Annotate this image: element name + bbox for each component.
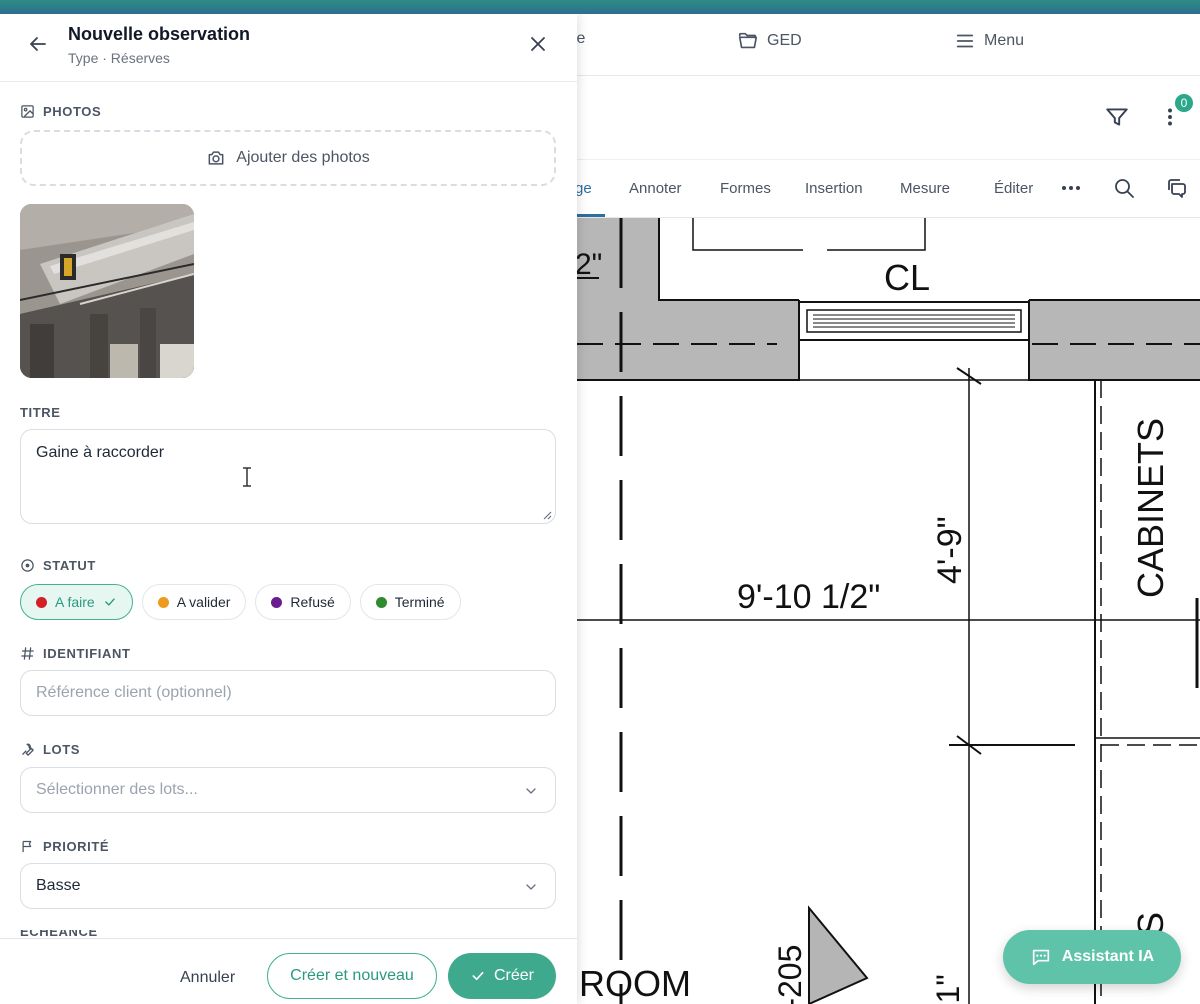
floor-plan-canvas[interactable]: CL 2" 9'-10 1/2" 4'-9" CABINETS ROOM A-2…	[577, 218, 1200, 1004]
create-button-label: Créer	[493, 967, 534, 984]
comments-icon[interactable]	[1165, 176, 1189, 200]
lots-label: LOTS	[43, 742, 81, 757]
wrench-icon	[22, 743, 34, 756]
floor-plan-drawing: CL 2" 9'-10 1/2" 4'-9" CABINETS ROOM A-2…	[577, 218, 1200, 1004]
more-horizontal-icon[interactable]	[1059, 176, 1083, 200]
hash-icon	[21, 647, 34, 660]
identifiant-label: IDENTIFIANT	[43, 646, 131, 661]
tab-active-partial[interactable]: ge	[575, 180, 592, 197]
identifiant-section-label: IDENTIFIANT	[20, 646, 130, 661]
camera-icon	[208, 151, 224, 165]
titre-section-label: TITRE	[20, 405, 61, 420]
statut-option-refuse[interactable]: Refusé	[255, 584, 351, 620]
plan-label-dim-horizontal: 9'-10 1/2"	[737, 578, 880, 616]
identifiant-input[interactable]: Référence client (optionnel)	[20, 670, 556, 716]
photo-thumbnail[interactable]	[20, 204, 194, 378]
photos-section-label: PHOTOS	[20, 104, 101, 119]
chat-bubble-icon	[1032, 949, 1049, 966]
flag-icon	[22, 840, 32, 853]
statut-option-label: A valider	[176, 594, 231, 610]
statut-option-label: Refusé	[290, 594, 335, 610]
check-icon	[104, 598, 115, 606]
folder-open-icon	[738, 32, 758, 49]
circle-dot-icon	[21, 559, 34, 572]
priorite-label: PRIORITÉ	[43, 839, 110, 854]
echeance-section-label: ÉCHÉANCE	[20, 930, 98, 938]
create-and-new-button[interactable]: Créer et nouveau	[267, 953, 437, 999]
tab-mesure[interactable]: Mesure	[900, 180, 950, 197]
photos-label: PHOTOS	[43, 104, 102, 119]
panel-footer: Annuler Créer et nouveau Créer	[0, 938, 577, 1004]
tab-formes[interactable]: Formes	[720, 180, 771, 197]
panel-header: Nouvelle observation Type · Réserves	[0, 14, 577, 82]
statut-options: A faire A valider Refusé Terminé	[20, 584, 461, 620]
cancel-button[interactable]: Annuler	[170, 955, 245, 1001]
identifiant-placeholder: Référence client (optionnel)	[36, 684, 232, 701]
lots-placeholder: Sélectionner des lots...	[36, 781, 198, 798]
top-navigation: te GED Menu	[572, 14, 1200, 76]
nav-item-ged-label: GED	[767, 32, 802, 49]
plan-label-cabinets: CABINETS	[1130, 418, 1171, 598]
resize-grip-icon[interactable]	[542, 510, 552, 520]
nav-item-ged[interactable]: GED	[737, 30, 802, 52]
assistant-ia-label: Assistant IA	[1061, 948, 1155, 965]
text-cursor-icon	[243, 467, 251, 487]
image-icon	[21, 105, 34, 118]
tab-editer[interactable]: Éditer	[994, 180, 1033, 197]
hamburger-menu-icon	[956, 34, 974, 48]
titre-label: TITRE	[20, 405, 61, 420]
priorite-section-label: PRIORITÉ	[20, 839, 109, 854]
plan-label-room: ROOM	[579, 963, 691, 1004]
chevron-down-icon	[526, 884, 536, 890]
status-dot-orange	[157, 596, 169, 608]
construction-photo	[20, 204, 194, 378]
echeance-label: ÉCHÉANCE	[20, 930, 98, 938]
close-icon[interactable]	[526, 32, 550, 56]
priorite-select[interactable]: Basse	[20, 863, 556, 909]
statut-section-label: STATUT	[20, 558, 96, 573]
add-photos-label: Ajouter des photos	[236, 149, 370, 166]
assistant-ia-button[interactable]: Assistant IA	[1003, 930, 1181, 984]
statut-option-a-faire[interactable]: A faire	[20, 584, 133, 620]
new-observation-panel: Nouvelle observation Type · Réserves PHO…	[0, 14, 577, 1004]
status-dot-red	[36, 596, 47, 608]
active-tab-underline	[577, 214, 605, 217]
status-dot-green	[375, 596, 387, 608]
nav-item-menu-label: Menu	[984, 32, 1025, 49]
check-icon	[472, 971, 484, 981]
annotation-tabs: ge Annoter Formes Insertion Mesure Édite…	[575, 160, 1200, 218]
add-photos-button[interactable]: Ajouter des photos	[20, 130, 556, 186]
plan-label-dim-vertical: 4'-9"	[931, 516, 969, 584]
panel-subtitle: Type · Réserves	[68, 50, 170, 66]
tab-insertion[interactable]: Insertion	[805, 180, 863, 197]
plan-label-cl: CL	[884, 257, 930, 298]
plan-label-dim-bottom: 6'-1"	[930, 974, 966, 1004]
titre-textarea[interactable]: Gaine à raccorder	[20, 429, 556, 524]
notification-badge: 0	[1173, 92, 1195, 114]
filter-icon[interactable]	[1104, 104, 1130, 130]
plan-label-partial-dim: 2"	[577, 248, 602, 281]
titre-value: Gaine à raccorder	[36, 444, 165, 461]
arrow-left-icon[interactable]	[26, 32, 50, 56]
panel-title: Nouvelle observation	[68, 24, 251, 44]
lots-select[interactable]: Sélectionner des lots...	[20, 767, 556, 813]
tab-annoter[interactable]: Annoter	[629, 180, 682, 197]
top-accent-bar	[0, 0, 1200, 14]
plan-label-tag: A-205	[772, 945, 808, 1004]
create-button[interactable]: Créer	[448, 953, 556, 999]
statut-option-label: A faire	[55, 594, 95, 610]
plan-viewer: te GED Menu 0 ge Annoter Formes Insertio…	[572, 14, 1200, 1004]
toolbar	[577, 76, 1200, 160]
lots-section-label: LOTS	[20, 742, 80, 757]
nav-item-menu[interactable]: Menu	[954, 30, 1024, 52]
search-icon[interactable]	[1112, 176, 1136, 200]
chevron-down-icon	[526, 788, 536, 794]
statut-label: STATUT	[43, 558, 96, 573]
statut-option-label: Terminé	[394, 594, 445, 610]
status-dot-purple	[271, 596, 283, 608]
statut-option-a-valider[interactable]: A valider	[141, 584, 247, 620]
priorite-value: Basse	[36, 877, 81, 894]
statut-option-termine[interactable]: Terminé	[359, 584, 461, 620]
